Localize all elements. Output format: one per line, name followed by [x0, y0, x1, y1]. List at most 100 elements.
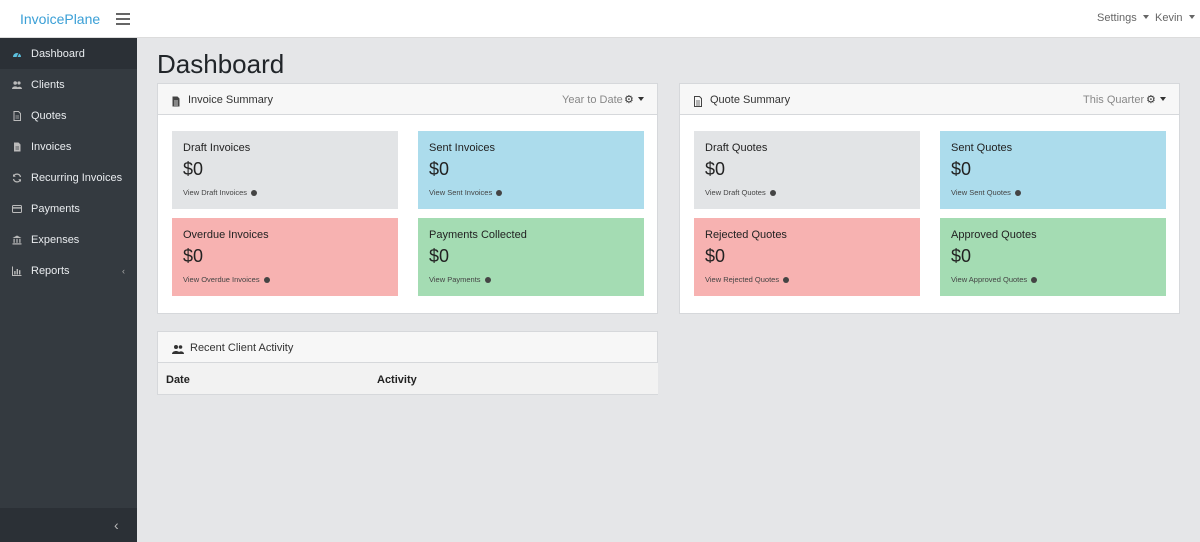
card-amount: $0: [183, 246, 204, 266]
activity-table-header: Date Activity: [158, 363, 658, 394]
arrow-circle-right-icon: [1015, 189, 1021, 196]
card-amount: $0: [429, 159, 450, 179]
view-draft-invoices-link[interactable]: View Draft Invoices: [183, 188, 258, 197]
arrow-circle-right-icon: [1031, 276, 1038, 283]
arrow-circle-right-icon: [496, 189, 503, 196]
quote-summary-panel: Quote Summary This Quarter ⚙ Draft Quote…: [679, 83, 1180, 314]
rejected-quotes-card: Rejected Quotes $0 View Rejected Quotes: [694, 218, 920, 296]
file-text-icon: [12, 142, 22, 152]
gear-icon: ⚙: [1146, 94, 1156, 106]
settings-label: Settings: [1097, 12, 1137, 24]
sidebar-collapse-bar: ‹: [0, 508, 137, 542]
view-approved-quotes-link[interactable]: View Approved Quotes: [951, 275, 1038, 284]
draft-invoices-card: Draft Invoices $0 View Draft Invoices: [172, 131, 398, 209]
view-rejected-quotes-link[interactable]: View Rejected Quotes: [705, 275, 790, 284]
panel-header: Quote Summary This Quarter ⚙: [680, 84, 1179, 115]
bar-chart-icon: [12, 266, 22, 276]
bank-icon: [12, 235, 22, 245]
arrow-circle-right-icon: [251, 189, 258, 196]
sidebar-item-expenses[interactable]: Expenses: [0, 224, 137, 255]
recent-client-activity-panel: Recent Client Activity Date Activity: [157, 331, 658, 395]
credit-card-icon: [12, 204, 22, 214]
sidebar-item-quotes[interactable]: Quotes: [0, 100, 137, 131]
panel-title: Invoice Summary: [188, 94, 273, 106]
card-title: Sent Invoices: [429, 142, 496, 154]
users-icon: [172, 342, 184, 354]
period-options-button[interactable]: ⚙: [1146, 93, 1166, 106]
user-menu[interactable]: Kevin: [1155, 12, 1195, 24]
file-icon: [693, 94, 703, 107]
view-payments-link[interactable]: View Payments: [429, 275, 491, 284]
gear-icon: ⚙: [624, 94, 634, 106]
sidebar-item-label: Clients: [31, 78, 65, 91]
card-amount: $0: [951, 159, 972, 179]
sidebar-item-label: Dashboard: [31, 47, 85, 60]
sidebar-item-recurring-invoices[interactable]: Recurring Invoices: [0, 162, 137, 193]
sidebar-item-label: Reports: [31, 264, 70, 277]
sidebar: Dashboard Clients Quotes Invoices Recurr…: [0, 38, 137, 542]
collapse-sidebar-icon[interactable]: ‹: [114, 517, 119, 533]
sidebar-item-reports[interactable]: Reports ‹: [0, 255, 137, 286]
view-sent-invoices-link[interactable]: View Sent Invoices: [429, 188, 503, 197]
sidebar-item-label: Recurring Invoices: [31, 171, 123, 184]
user-label: Kevin: [1155, 12, 1183, 24]
chevron-down-icon: [1188, 15, 1195, 19]
card-amount: $0: [951, 246, 972, 266]
period-options-button[interactable]: ⚙: [624, 93, 644, 106]
link-label: View Draft Invoices: [183, 188, 248, 197]
menu-toggle-icon[interactable]: [116, 12, 130, 25]
period-label: This Quarter: [1083, 94, 1145, 106]
arrow-circle-right-icon: [484, 276, 491, 283]
chevron-down-icon: [637, 97, 644, 101]
view-overdue-invoices-link[interactable]: View Overdue Invoices: [183, 275, 270, 284]
link-label: View Payments: [429, 275, 481, 284]
link-label: View Overdue Invoices: [183, 275, 260, 284]
card-title: Overdue Invoices: [183, 229, 269, 241]
card-title: Approved Quotes: [951, 229, 1037, 241]
link-label: View Rejected Quotes: [705, 275, 780, 284]
sidebar-item-payments[interactable]: Payments: [0, 193, 137, 224]
sidebar-item-label: Expenses: [31, 233, 80, 246]
card-title: Draft Quotes: [705, 142, 768, 154]
page-title: Dashboard: [157, 49, 285, 79]
settings-menu[interactable]: Settings: [1097, 12, 1149, 24]
draft-quotes-card: Draft Quotes $0 View Draft Quotes: [694, 131, 920, 209]
panel-header: Recent Client Activity: [158, 332, 657, 363]
card-amount: $0: [705, 159, 726, 179]
panel-header: Invoice Summary Year to Date ⚙: [158, 84, 657, 115]
chevron-left-icon: ‹: [122, 266, 125, 276]
arrow-circle-right-icon: [783, 276, 790, 283]
card-title: Payments Collected: [429, 229, 527, 241]
file-text-icon: [171, 94, 181, 107]
sidebar-item-clients[interactable]: Clients: [0, 69, 137, 100]
view-draft-quotes-link[interactable]: View Draft Quotes: [705, 188, 776, 197]
sidebar-item-dashboard[interactable]: Dashboard: [0, 38, 137, 69]
card-title: Sent Quotes: [951, 142, 1013, 154]
overdue-invoices-card: Overdue Invoices $0 View Overdue Invoice…: [172, 218, 398, 296]
sidebar-item-label: Invoices: [31, 140, 72, 153]
column-header-date: Date: [166, 374, 190, 386]
sidebar-item-label: Quotes: [31, 109, 67, 122]
card-title: Draft Invoices: [183, 142, 251, 154]
sidebar-item-invoices[interactable]: Invoices: [0, 131, 137, 162]
card-title: Rejected Quotes: [705, 229, 787, 241]
file-icon: [12, 110, 22, 121]
column-header-activity: Activity: [377, 374, 417, 386]
brand-logo[interactable]: InvoicePlane: [20, 11, 100, 27]
card-amount: $0: [183, 159, 204, 179]
panel-title: Quote Summary: [710, 94, 791, 106]
period-label: Year to Date: [562, 94, 623, 106]
refresh-icon: [12, 173, 22, 183]
approved-quotes-card: Approved Quotes $0 View Approved Quotes: [940, 218, 1166, 296]
users-icon: [12, 80, 22, 90]
sent-quotes-card: Sent Quotes $0 View Sent Quotes: [940, 131, 1166, 209]
top-navbar: InvoicePlane Settings Kevin: [0, 0, 1200, 38]
sidebar-item-label: Payments: [31, 202, 80, 215]
card-amount: $0: [429, 246, 450, 266]
view-sent-quotes-link[interactable]: View Sent Quotes: [951, 188, 1021, 197]
arrow-circle-right-icon: [769, 189, 776, 196]
card-amount: $0: [705, 246, 726, 266]
chevron-down-icon: [1159, 97, 1166, 101]
link-label: View Sent Invoices: [429, 188, 493, 197]
sent-invoices-card: Sent Invoices $0 View Sent Invoices: [418, 131, 644, 209]
